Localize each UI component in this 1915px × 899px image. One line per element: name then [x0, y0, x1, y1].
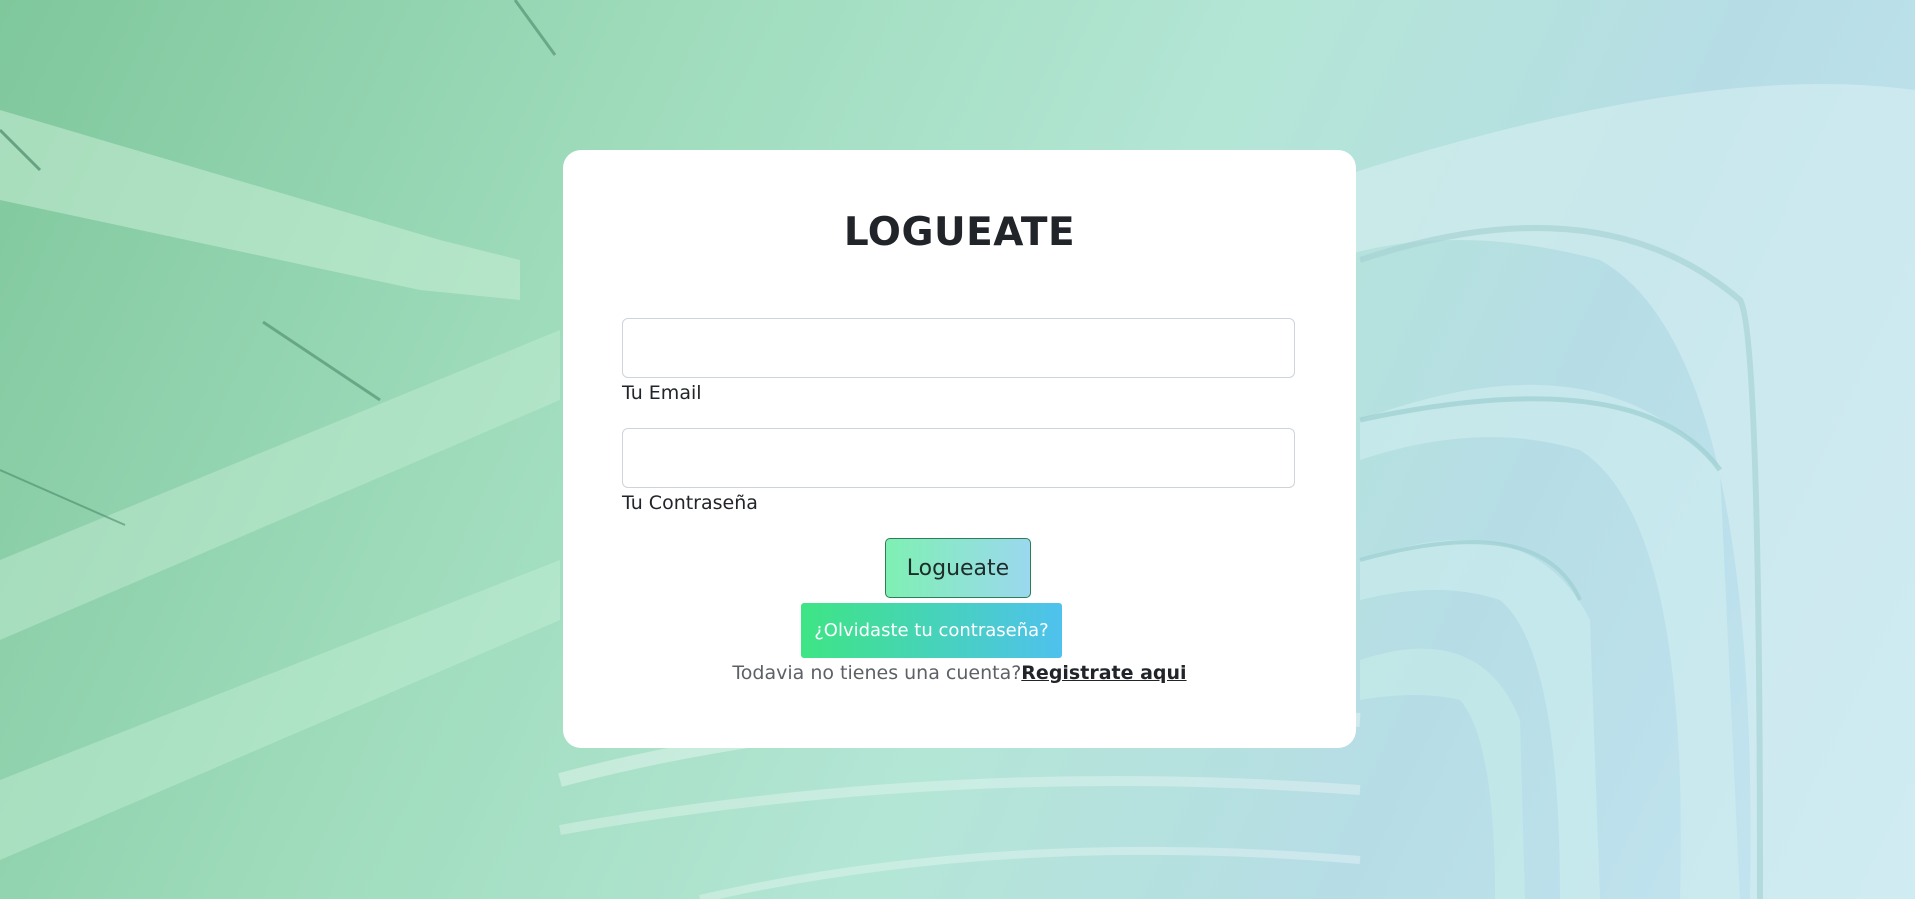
login-card: LOGUEATE Tu Email Tu Contraseña Logueate…	[563, 150, 1356, 748]
signup-link[interactable]: Registrate aqui	[1021, 662, 1186, 684]
forgot-password-button[interactable]: ¿Olvidaste tu contraseña?	[801, 603, 1062, 658]
signup-row: Todavia no tienes una cuenta?Registrate …	[563, 662, 1356, 684]
login-button[interactable]: Logueate	[885, 538, 1031, 598]
page-title: LOGUEATE	[843, 210, 1076, 255]
signup-prompt: Todavia no tienes una cuenta?	[732, 662, 1022, 684]
password-input[interactable]	[622, 428, 1295, 488]
email-label: Tu Email	[622, 382, 702, 404]
email-input[interactable]	[622, 318, 1295, 378]
password-label: Tu Contraseña	[622, 492, 758, 514]
